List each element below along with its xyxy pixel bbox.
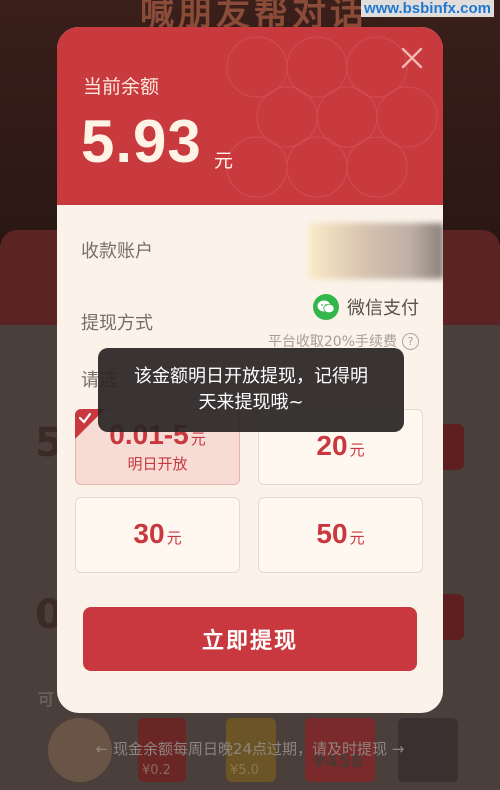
toast-line: 该金额明日开放提现，记得明 bbox=[134, 366, 368, 387]
option-amount: 30 元 bbox=[133, 518, 182, 549]
account-label: 收款账户 bbox=[81, 241, 153, 262]
payment-method[interactable]: 微信支付 bbox=[313, 294, 419, 320]
account-value-redacted[interactable] bbox=[309, 223, 443, 279]
thumb-value: ¥5.0 bbox=[230, 763, 259, 778]
toast-message: 该金额明日开放提现，记得明 天来提现哦~ bbox=[98, 348, 404, 432]
balance-unit: 元 bbox=[214, 150, 234, 172]
background-section-label: 可 bbox=[38, 690, 55, 709]
expiry-footnote: ← 现金余额每周日晚24点过期，请及时提现 → bbox=[95, 740, 405, 758]
close-button[interactable] bbox=[399, 45, 425, 71]
wechat-pay-icon bbox=[313, 294, 339, 320]
question-circle-icon[interactable]: ? bbox=[402, 332, 419, 350]
close-icon bbox=[401, 47, 423, 69]
option-amount: 20 元 bbox=[316, 430, 365, 461]
option-subtitle: 明日开放 bbox=[127, 455, 188, 473]
method-value: 微信支付 bbox=[347, 298, 419, 319]
balance-amount: 5.93 bbox=[81, 108, 202, 175]
balance-header: 当前余额 5.93 元 bbox=[57, 27, 443, 205]
withdraw-button[interactable]: 立即提现 bbox=[83, 607, 417, 671]
amount-option-50[interactable]: 50 元 bbox=[258, 497, 423, 573]
balance-label: 当前余额 bbox=[83, 76, 160, 98]
thumb-value: ¥0.2 bbox=[142, 763, 171, 778]
check-icon bbox=[78, 412, 92, 424]
toast-line: 天来提现哦~ bbox=[198, 392, 304, 413]
method-label: 提现方式 bbox=[81, 313, 153, 334]
amount-option-30[interactable]: 30 元 bbox=[75, 497, 240, 573]
watermark: www.bsbinfx.com bbox=[361, 0, 494, 17]
option-amount: 50 元 bbox=[316, 518, 365, 549]
